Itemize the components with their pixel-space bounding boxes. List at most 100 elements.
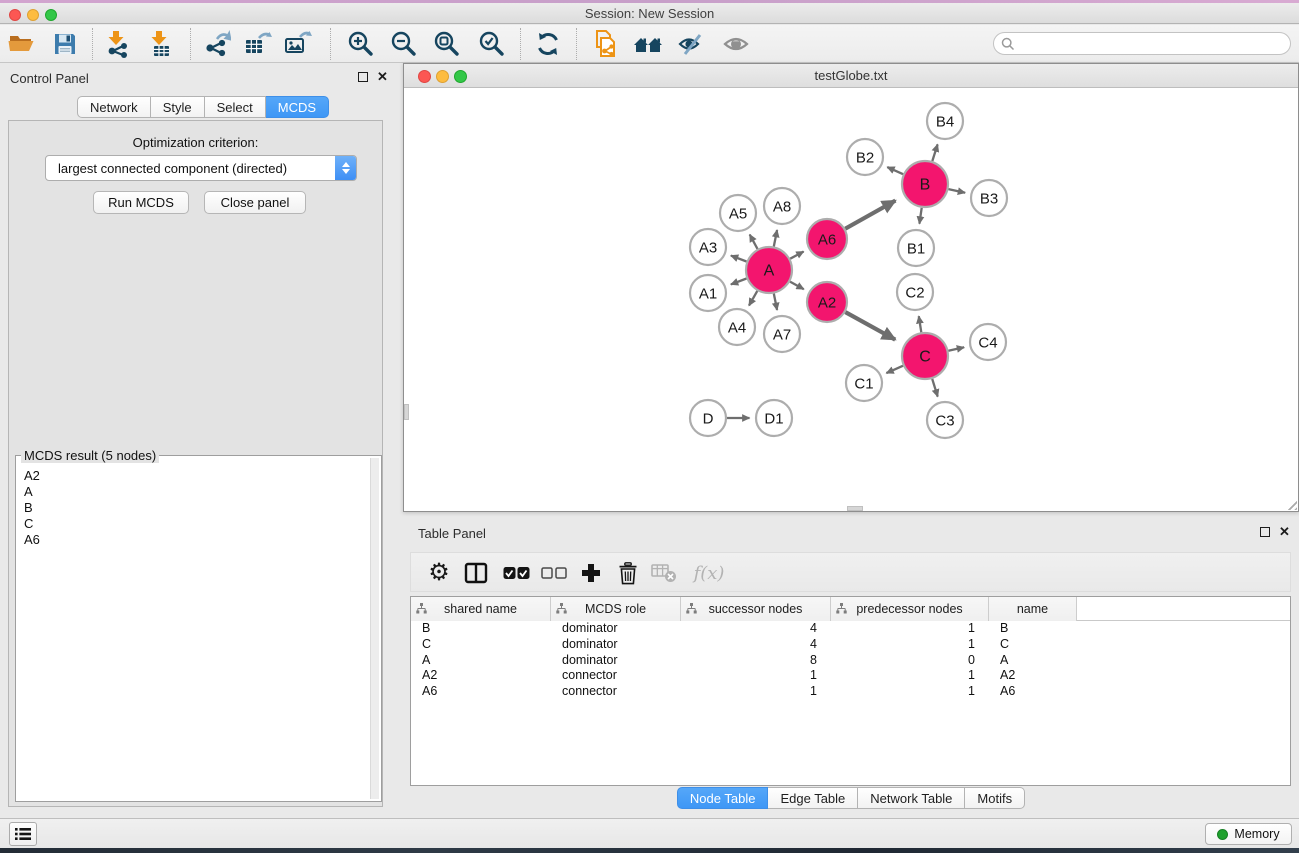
table-row-B[interactable]: Bdominator41B (411, 621, 1290, 637)
graph-edge-B-B1[interactable] (919, 208, 921, 224)
vertical-scroll-stub[interactable] (404, 404, 409, 420)
column-header-shared-name[interactable]: shared name (411, 597, 551, 621)
tab-network[interactable]: Network (77, 96, 151, 118)
cell-mcds-role[interactable]: dominator (551, 637, 681, 653)
graph-edge-C-C3[interactable] (932, 379, 938, 397)
graph-edge-A-A2[interactable] (790, 282, 804, 290)
home-view-icon[interactable] (631, 28, 665, 60)
mcds-result-list[interactable]: A2ABCA6 (24, 468, 367, 797)
cell-successor-nodes[interactable]: 4 (681, 621, 831, 637)
zoom-in-icon[interactable] (344, 28, 378, 60)
import-network-icon[interactable] (100, 28, 134, 60)
result-scrollbar[interactable] (370, 458, 379, 799)
table-row-C[interactable]: Cdominator41C (411, 637, 1290, 653)
show-view-icon[interactable] (719, 28, 753, 60)
column-header-predecessor-nodes[interactable]: predecessor nodes (831, 597, 989, 621)
export-table-icon[interactable] (241, 28, 275, 60)
zoom-fit-icon[interactable] (430, 28, 464, 60)
column-layout-icon[interactable] (459, 557, 493, 589)
tab-node-table[interactable]: Node Table (677, 787, 769, 809)
delete-row-icon[interactable] (611, 557, 645, 589)
graph-edge-A-A3[interactable] (731, 256, 747, 262)
column-header-successor-nodes[interactable]: successor nodes (681, 597, 831, 621)
optimization-criterion-dropdown[interactable]: largest connected component (directed) (45, 155, 357, 181)
cell-predecessor-nodes[interactable]: 1 (831, 684, 989, 700)
column-header-name[interactable]: name (989, 597, 1077, 621)
task-history-button[interactable] (9, 822, 37, 846)
import-table-icon[interactable] (143, 28, 177, 60)
close-panel-button[interactable]: Close panel (204, 191, 306, 214)
graph-edge-B-B2[interactable] (887, 167, 903, 174)
cell-predecessor-nodes[interactable]: 1 (831, 637, 989, 653)
graph-edge-C-C2[interactable] (919, 316, 922, 332)
result-item-A[interactable]: A (24, 484, 367, 500)
memory-button[interactable]: Memory (1205, 823, 1292, 845)
graph-edge-A-A4[interactable] (749, 291, 757, 306)
horizontal-scroll-stub[interactable] (847, 506, 863, 511)
float-table-panel-icon[interactable] (1260, 527, 1270, 537)
cell-name[interactable]: C (989, 637, 1077, 653)
cell-shared-name[interactable]: A6 (411, 684, 551, 700)
graph-edge-A6-B[interactable] (845, 201, 895, 229)
cell-successor-nodes[interactable]: 4 (681, 637, 831, 653)
tab-motifs[interactable]: Motifs (965, 787, 1025, 809)
cell-predecessor-nodes[interactable]: 1 (831, 621, 989, 637)
table-row-A[interactable]: Adominator80A (411, 653, 1290, 669)
toggle-graphics-details-icon[interactable] (674, 28, 708, 60)
result-item-B[interactable]: B (24, 500, 367, 516)
deselect-all-icon[interactable] (537, 557, 571, 589)
result-item-C[interactable]: C (24, 516, 367, 532)
cell-name[interactable]: B (989, 621, 1077, 637)
refresh-view-icon[interactable] (531, 28, 565, 60)
graph-edge-A2-C[interactable] (845, 312, 895, 340)
cell-successor-nodes[interactable]: 8 (681, 653, 831, 669)
float-panel-icon[interactable] (358, 72, 368, 82)
add-row-icon[interactable] (574, 557, 608, 589)
tab-style[interactable]: Style (151, 96, 205, 118)
cell-predecessor-nodes[interactable]: 1 (831, 668, 989, 684)
cell-mcds-role[interactable]: dominator (551, 653, 681, 669)
dropdown-stepper-icon[interactable] (335, 156, 356, 180)
table-settings-gear-icon[interactable]: ⚙ (422, 557, 456, 589)
clone-network-icon[interactable] (588, 28, 622, 60)
column-header-mcds-role[interactable]: MCDS role (551, 597, 681, 621)
search-text-field[interactable] (1015, 37, 1290, 51)
tab-select[interactable]: Select (205, 96, 266, 118)
zoom-out-icon[interactable] (387, 28, 421, 60)
node-table[interactable]: shared nameMCDS rolesuccessor nodesprede… (410, 596, 1291, 786)
cell-mcds-role[interactable]: connector (551, 668, 681, 684)
close-table-panel-icon[interactable]: ✕ (1279, 527, 1290, 537)
cell-predecessor-nodes[interactable]: 0 (831, 653, 989, 669)
select-all-icon[interactable] (500, 557, 534, 589)
graph-edge-A-A5[interactable] (750, 235, 758, 249)
tab-network-table[interactable]: Network Table (858, 787, 965, 809)
graph-edge-B-B3[interactable] (948, 189, 965, 193)
export-network-icon[interactable] (200, 28, 234, 60)
open-session-icon[interactable] (4, 28, 38, 60)
cell-successor-nodes[interactable]: 1 (681, 668, 831, 684)
graph-edge-A-A8[interactable] (774, 230, 777, 247)
save-session-icon[interactable] (48, 28, 82, 60)
delete-table-icon[interactable] (647, 557, 681, 589)
cell-mcds-role[interactable]: connector (551, 684, 681, 700)
graph-edge-A-A6[interactable] (790, 252, 803, 259)
graph-edge-A-A7[interactable] (774, 294, 777, 311)
tab-mcds[interactable]: MCDS (266, 96, 329, 118)
network-canvas[interactable]: AA1A2A3A4A5A6A7A8BB1B2B3B4CC1C2C3C4DD1 (404, 89, 1298, 511)
result-item-A6[interactable]: A6 (24, 532, 367, 548)
network-window-titlebar[interactable]: testGlobe.txt (404, 64, 1298, 88)
cell-successor-nodes[interactable]: 1 (681, 684, 831, 700)
cell-name[interactable]: A2 (989, 668, 1077, 684)
table-row-A2[interactable]: A2connector11A2 (411, 668, 1290, 684)
graph-edge-C-C1[interactable] (886, 366, 903, 373)
export-image-icon[interactable] (281, 28, 315, 60)
graph-edge-A-A1[interactable] (731, 279, 747, 285)
graph-edge-C-C4[interactable] (948, 347, 964, 351)
cell-mcds-role[interactable]: dominator (551, 621, 681, 637)
search-input[interactable] (993, 32, 1291, 55)
graph-edge-B-B4[interactable] (932, 144, 937, 161)
table-row-A6[interactable]: A6connector11A6 (411, 684, 1290, 700)
run-mcds-button[interactable]: Run MCDS (93, 191, 189, 214)
close-panel-icon[interactable]: ✕ (377, 72, 388, 82)
cell-shared-name[interactable]: A (411, 653, 551, 669)
